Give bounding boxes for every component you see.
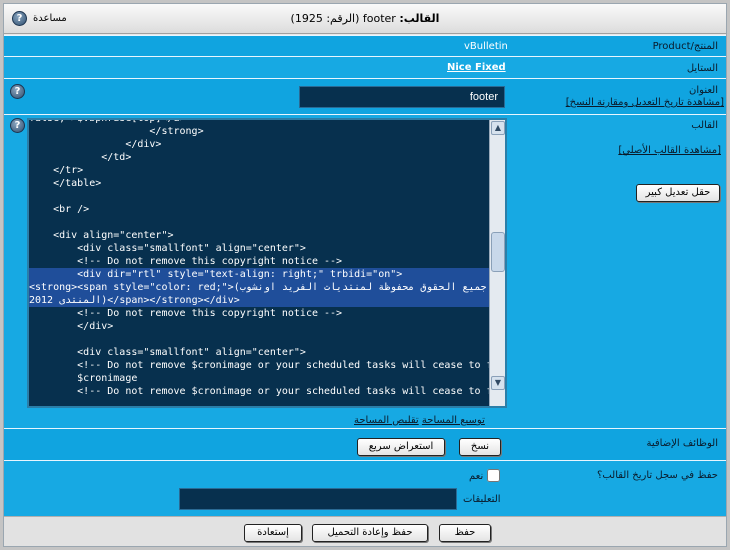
code-line[interactable]: </tr> bbox=[29, 164, 489, 177]
help-label[interactable]: مساعدة bbox=[33, 13, 67, 24]
restore-button[interactable]: إستعادة bbox=[244, 524, 302, 542]
style-link[interactable]: Nice Fixed bbox=[447, 62, 506, 73]
large-edit-button[interactable]: حقل تعديل كبير bbox=[636, 184, 720, 202]
comments-input[interactable] bbox=[179, 488, 457, 510]
code-line[interactable]: <!-- Do not remove this copyright notice… bbox=[29, 255, 489, 268]
code-line[interactable]: </td> bbox=[29, 151, 489, 164]
code-line[interactable]: <!-- Do not remove $cronimage or your sc… bbox=[29, 359, 505, 372]
code-line[interactable] bbox=[29, 333, 489, 346]
code-line[interactable] bbox=[29, 216, 489, 229]
template-code-textarea[interactable]: false; >$vbphrase[top]</a> </strong> </d… bbox=[27, 118, 507, 408]
comments-label: التعليقات bbox=[463, 494, 501, 505]
product-row: المنتج/Product vBulletin bbox=[4, 35, 726, 56]
shrink-area-link[interactable]: تقليص المساحة bbox=[354, 415, 419, 426]
template-label: القالب bbox=[691, 120, 718, 131]
help-link[interactable]: ? مساعدة bbox=[12, 10, 67, 26]
code-content[interactable]: false; >$vbphrase[top]</a> </strong> </d… bbox=[29, 120, 505, 398]
style-row: الستايل Nice Fixed bbox=[4, 56, 726, 78]
save-history-label: حفظ في سجل تاريخ القالب؟ bbox=[597, 470, 718, 481]
code-line[interactable]: <div align="center"> bbox=[29, 229, 489, 242]
question-mark-icon[interactable]: ? bbox=[10, 84, 25, 99]
checkbox-yes-label: نعم bbox=[469, 471, 484, 482]
chevron-up-icon[interactable]: ▲ bbox=[491, 121, 505, 135]
quick-preview-button[interactable]: استعراض سريع bbox=[357, 438, 445, 456]
code-line[interactable]: </div> bbox=[29, 320, 489, 333]
copy-button[interactable]: نسخ bbox=[459, 438, 501, 456]
code-line[interactable]: <!-- Do not remove $cronimage or your sc… bbox=[29, 385, 505, 398]
code-line[interactable]: 2012 المنتدى)</span></strong></div> bbox=[29, 294, 489, 307]
question-mark-icon[interactable]: ? bbox=[12, 10, 27, 26]
save-reload-button[interactable]: حفظ وإعادة التحميل bbox=[312, 524, 428, 542]
template-editor-window: القالب: footer (الرقم: 1925) ? مساعدة ال… bbox=[3, 3, 727, 547]
title-input[interactable] bbox=[299, 86, 505, 108]
title-row: ? العنوان [مشاهدة تاريخ التعديل ومقارنة … bbox=[4, 78, 726, 114]
code-line[interactable]: </strong> bbox=[29, 125, 489, 138]
code-line[interactable]: <div class="smallfont" align="center"> bbox=[29, 346, 489, 359]
style-label: الستايل bbox=[686, 63, 718, 74]
chevron-down-icon[interactable]: ▼ bbox=[491, 376, 505, 390]
extra-functions-row: الوظائف الإضافية نسخ استعراض سريع bbox=[4, 428, 726, 460]
expand-area-link[interactable]: توسيع المساحة bbox=[422, 415, 485, 426]
code-line[interactable]: $cronimage bbox=[29, 372, 489, 385]
title-label: العنوان bbox=[689, 85, 718, 96]
code-line[interactable] bbox=[29, 190, 489, 203]
title-prefix: القالب: bbox=[399, 12, 440, 25]
code-line[interactable]: <strong><span style="color: red;">(ادارة… bbox=[29, 281, 505, 294]
save-button[interactable]: حفظ bbox=[439, 524, 491, 542]
save-history-checkbox[interactable] bbox=[487, 469, 500, 482]
question-mark-icon[interactable]: ? bbox=[10, 118, 25, 133]
title-main: footer (الرقم: 1925) bbox=[290, 12, 396, 25]
scrollbar-thumb[interactable] bbox=[491, 232, 505, 272]
resize-links: توسيع المساحة تقليص المساحة bbox=[354, 415, 485, 426]
extra-functions-label: الوظائف الإضافية bbox=[646, 438, 719, 449]
title-bar: القالب: footer (الرقم: 1925) ? مساعدة bbox=[4, 4, 726, 34]
product-label: المنتج/Product bbox=[652, 41, 718, 52]
edit-history-link[interactable]: [مشاهدة تاريخ التعديل ومقارنة النسخ] bbox=[566, 97, 724, 108]
save-history-row: حفظ في سجل تاريخ القالب؟ نعم التعليقات bbox=[4, 460, 726, 516]
code-line[interactable]: false; >$vbphrase[top]</a> bbox=[29, 120, 489, 125]
code-line[interactable]: </div> bbox=[29, 138, 489, 151]
code-line[interactable]: <br /> bbox=[29, 203, 489, 216]
code-line[interactable]: <div class="smallfont" align="center"> bbox=[29, 242, 489, 255]
view-original-link[interactable]: [مشاهدة القالب الأصلي] bbox=[618, 145, 721, 156]
template-row: ? false; >$vbphrase[top]</a> </strong> <… bbox=[4, 114, 726, 428]
vertical-scrollbar[interactable]: ▲ ▼ bbox=[489, 120, 505, 406]
page-title: القالب: footer (الرقم: 1925) bbox=[204, 12, 526, 25]
product-value: vBulletin bbox=[464, 41, 508, 52]
code-line[interactable]: <!-- Do not remove this copyright notice… bbox=[29, 307, 489, 320]
code-line[interactable]: </table> bbox=[29, 177, 489, 190]
code-line[interactable]: <div dir="rtl" style="text-align: right;… bbox=[29, 268, 489, 281]
footer-actions: حفظ حفظ وإعادة التحميل إستعادة bbox=[4, 516, 726, 546]
